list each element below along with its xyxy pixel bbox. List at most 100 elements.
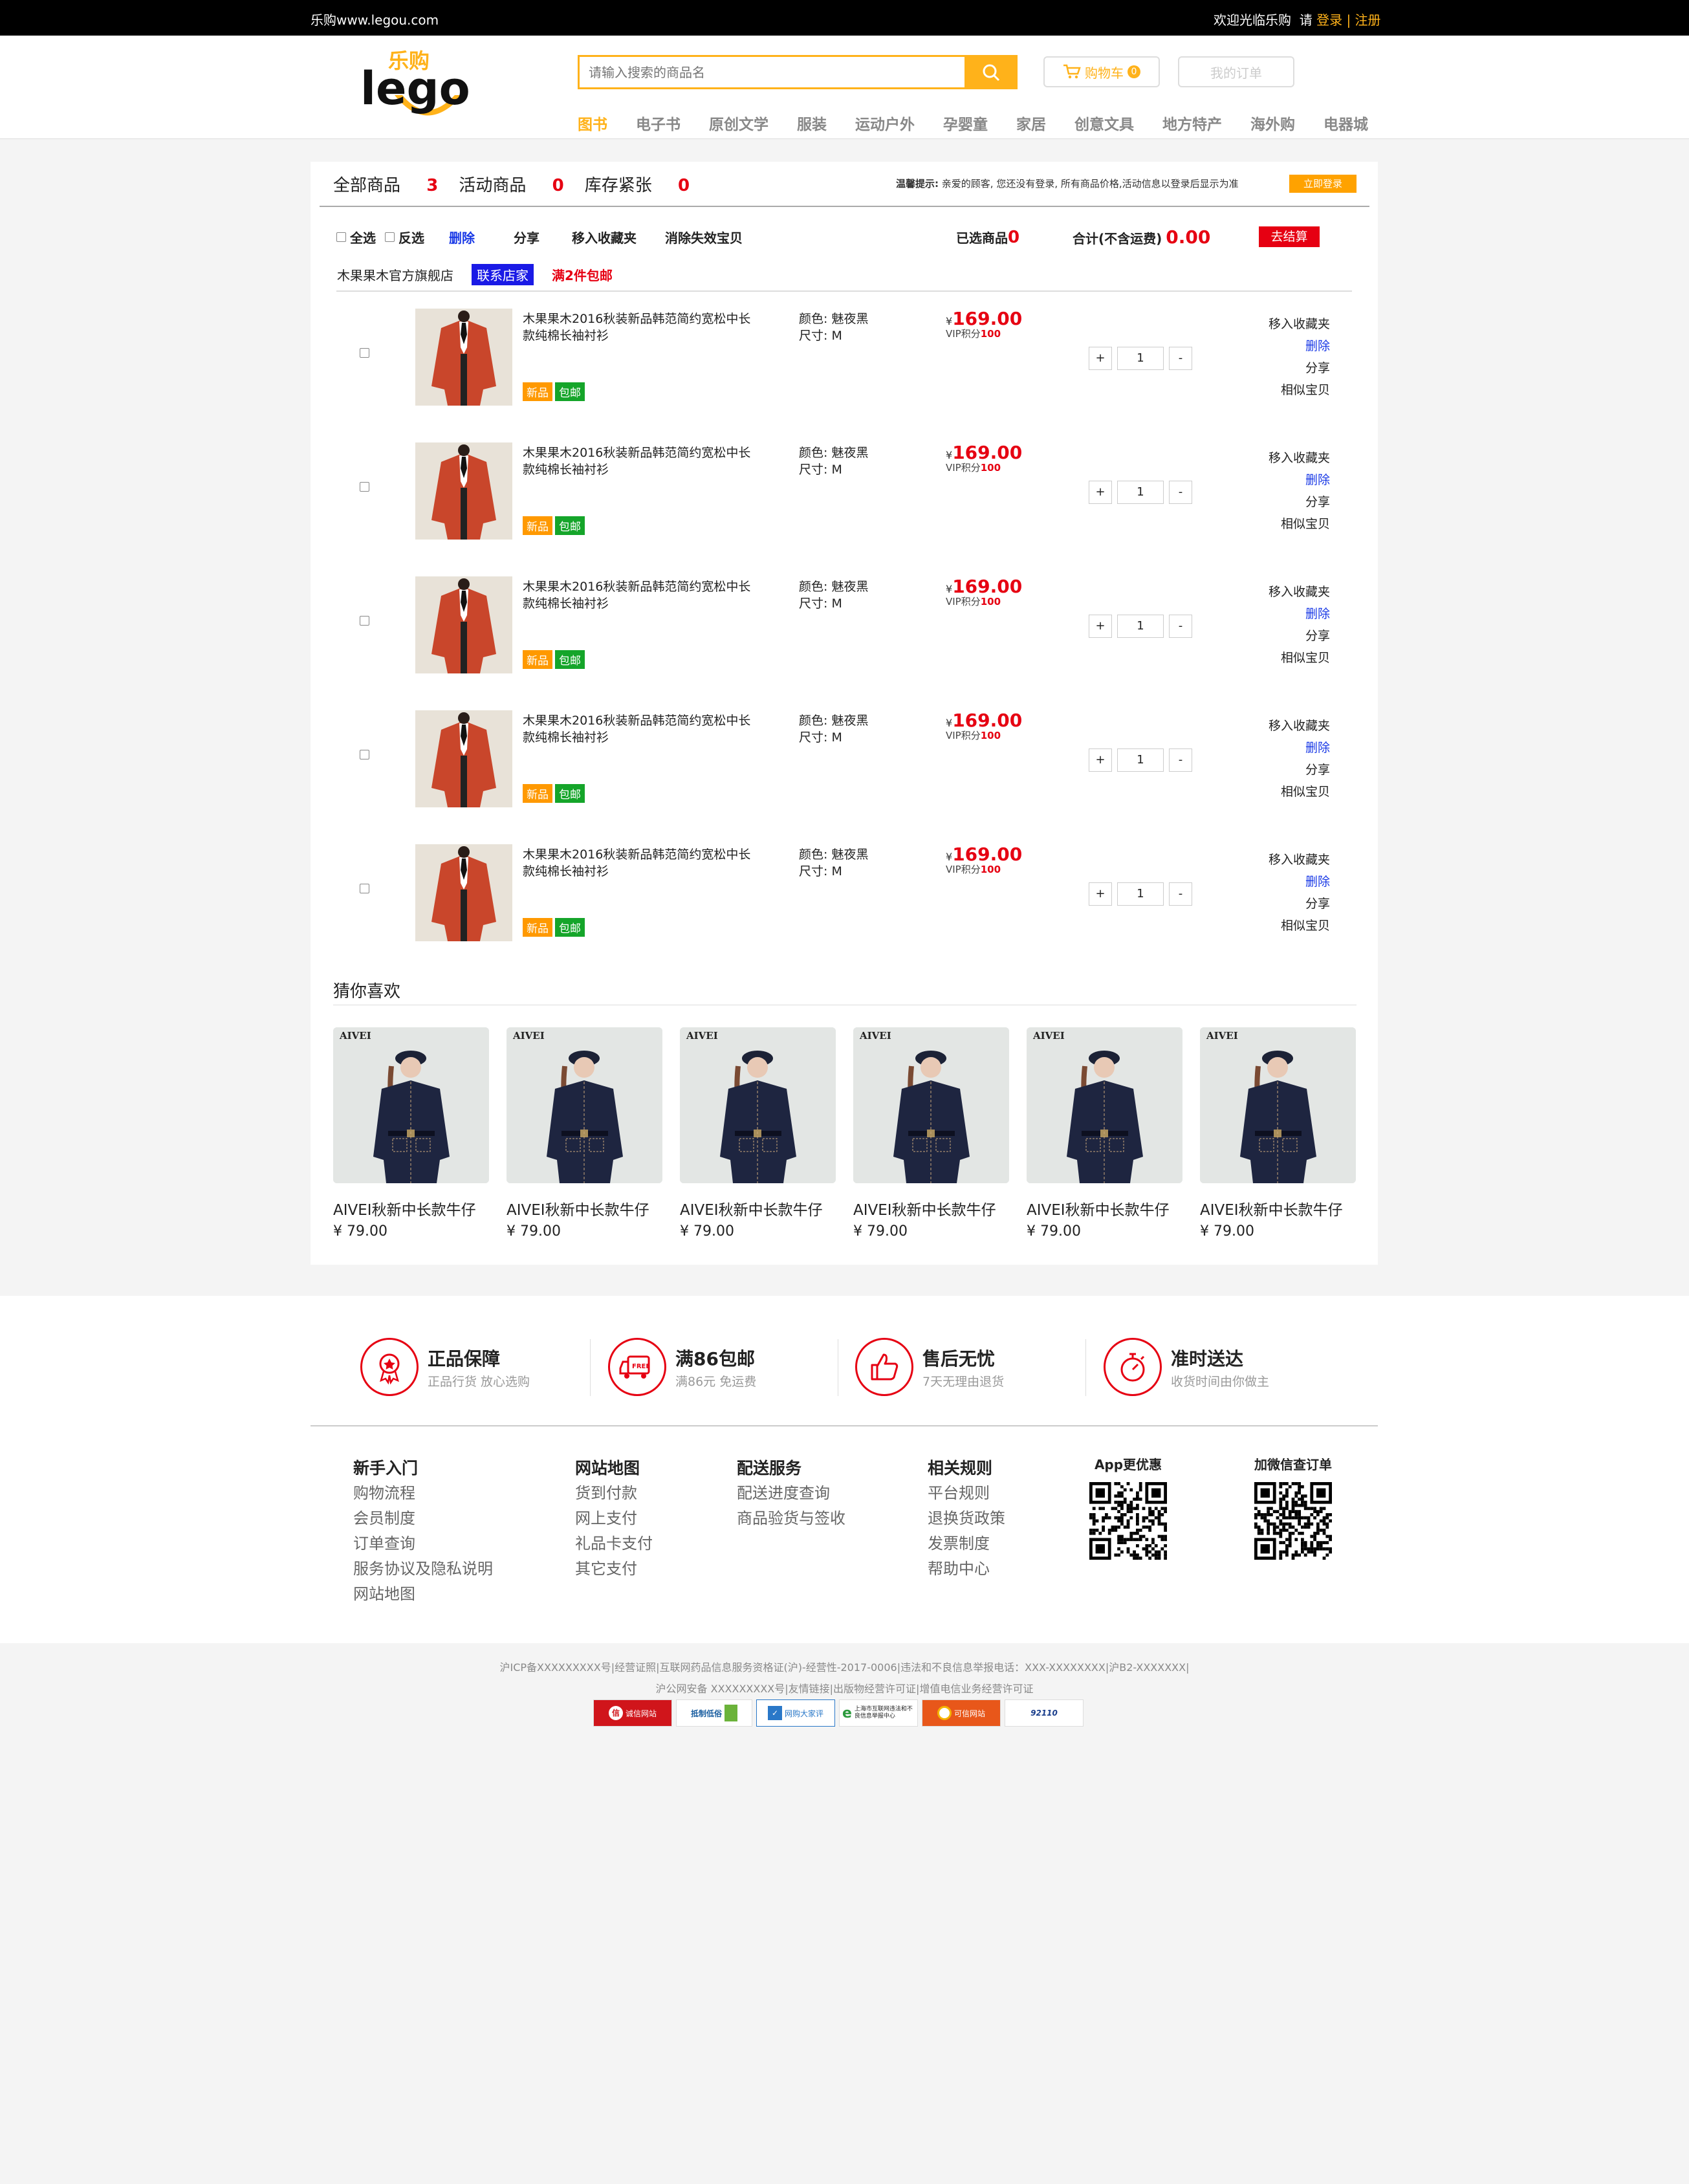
recommend-image[interactable]: AIVEI	[680, 1027, 836, 1183]
search-input[interactable]	[589, 57, 925, 87]
trust-badge[interactable]: ✓ 网购大家评	[756, 1699, 835, 1727]
similar-items-link[interactable]: 相似宝贝	[1269, 647, 1330, 669]
quantity-input[interactable]: 1	[1117, 882, 1164, 906]
recommend-name[interactable]: AIVEI秋新中长款牛仔	[333, 1197, 489, 1219]
trust-badge[interactable]: e 上海市互联网违法和不良信息举报中心	[839, 1699, 918, 1727]
footer-link[interactable]: 网上支付	[575, 1506, 653, 1531]
contact-seller-button[interactable]: 联系店家	[472, 264, 534, 285]
delete-item-link[interactable]: 删除	[1269, 335, 1330, 357]
similar-items-link[interactable]: 相似宝贝	[1269, 513, 1330, 535]
footer-link[interactable]: 帮助中心	[928, 1556, 1005, 1582]
footer-link[interactable]: 发票制度	[928, 1531, 1005, 1556]
cart-button[interactable]: 购物车 0	[1043, 56, 1160, 87]
recommend-card[interactable]: AIVEI AIVEI秋新中长款牛仔 ¥ 79.00	[507, 1027, 662, 1239]
tab-promo[interactable]: 活动商品 0	[459, 172, 563, 196]
footer-link[interactable]: 配送进度查询	[737, 1481, 845, 1506]
nav-item[interactable]: 电器城	[1324, 112, 1368, 134]
increase-button[interactable]: +	[1089, 615, 1112, 638]
share-item-link[interactable]: 分享	[1269, 491, 1330, 513]
trust-badge[interactable]: 92110	[1005, 1699, 1084, 1727]
product-image[interactable]	[415, 710, 512, 807]
recommend-name[interactable]: AIVEI秋新中长款牛仔	[853, 1197, 1009, 1219]
product-title[interactable]: 木果果木2016秋装新品韩范简约宽松中长款纯棉长袖衬衫	[523, 311, 756, 344]
footer-link[interactable]: 平台规则	[928, 1481, 1005, 1506]
similar-items-link[interactable]: 相似宝贝	[1269, 379, 1330, 401]
share-item-link[interactable]: 分享	[1269, 759, 1330, 781]
nav-item[interactable]: 孕婴童	[943, 112, 988, 134]
item-checkbox[interactable]	[360, 884, 369, 893]
product-image[interactable]	[415, 844, 512, 941]
footer-link[interactable]: 货到付款	[575, 1481, 653, 1506]
quantity-input[interactable]: 1	[1117, 748, 1164, 772]
product-image[interactable]	[415, 576, 512, 673]
similar-items-link[interactable]: 相似宝贝	[1269, 915, 1330, 937]
quantity-input[interactable]: 1	[1117, 347, 1164, 370]
search-button[interactable]	[964, 55, 1018, 89]
item-checkbox[interactable]	[360, 482, 369, 492]
nav-item[interactable]: 家居	[1016, 112, 1046, 134]
move-to-favorites-link[interactable]: 移入收藏夹	[1269, 849, 1330, 871]
item-checkbox[interactable]	[360, 348, 369, 358]
footer-link[interactable]: 购物流程	[353, 1481, 493, 1506]
product-title[interactable]: 木果果木2016秋装新品韩范简约宽松中长款纯棉长袖衬衫	[523, 578, 756, 612]
recommend-card[interactable]: AIVEI AIVEI秋新中长款牛仔 ¥ 79.00	[680, 1027, 836, 1239]
increase-button[interactable]: +	[1089, 481, 1112, 504]
share-button[interactable]: 分享	[514, 228, 539, 246]
recommend-card[interactable]: AIVEI AIVEI秋新中长款牛仔 ¥ 79.00	[1200, 1027, 1356, 1239]
footer-link[interactable]: 订单查询	[353, 1531, 493, 1556]
quantity-input[interactable]: 1	[1117, 615, 1164, 638]
product-image[interactable]	[415, 442, 512, 540]
move-to-favorites-link[interactable]: 移入收藏夹	[1269, 447, 1330, 469]
my-orders-button[interactable]: 我的订单	[1178, 56, 1294, 87]
nav-item[interactable]: 电子书	[636, 112, 681, 134]
shop-name[interactable]: 木果果木官方旗舰店	[337, 265, 453, 284]
trust-badge[interactable]: 抵制低俗	[676, 1699, 752, 1727]
move-to-favorites-link[interactable]: 移入收藏夹	[1269, 313, 1330, 335]
recommend-name[interactable]: AIVEI秋新中长款牛仔	[1200, 1197, 1356, 1219]
move-to-favorites-link[interactable]: 移入收藏夹	[1269, 581, 1330, 603]
share-item-link[interactable]: 分享	[1269, 625, 1330, 647]
nav-item[interactable]: 图书	[578, 112, 607, 134]
product-title[interactable]: 木果果木2016秋装新品韩范简约宽松中长款纯棉长袖衬衫	[523, 712, 756, 746]
product-title[interactable]: 木果果木2016秋装新品韩范简约宽松中长款纯棉长袖衬衫	[523, 846, 756, 880]
decrease-button[interactable]: -	[1169, 615, 1192, 638]
delete-item-link[interactable]: 删除	[1269, 603, 1330, 625]
footer-link[interactable]: 其它支付	[575, 1556, 653, 1582]
nav-item[interactable]: 服装	[797, 112, 827, 134]
login-now-button[interactable]: 立即登录	[1289, 175, 1357, 193]
tab-all[interactable]: 全部商品 3	[333, 172, 438, 196]
register-link[interactable]: 注册	[1355, 12, 1381, 28]
delete-selected-button[interactable]: 删除	[449, 228, 475, 246]
item-checkbox[interactable]	[360, 750, 369, 759]
nav-item[interactable]: 运动户外	[855, 112, 915, 134]
recommend-image[interactable]: AIVEI	[1200, 1027, 1356, 1183]
decrease-button[interactable]: -	[1169, 481, 1192, 504]
footer-link[interactable]: 礼品卡支付	[575, 1531, 653, 1556]
recommend-image[interactable]: AIVEI	[333, 1027, 489, 1183]
move-to-favorites-button[interactable]: 移入收藏夹	[572, 228, 637, 246]
login-link[interactable]: 登录	[1316, 12, 1342, 28]
tab-low-stock[interactable]: 库存紧张 0	[585, 172, 690, 196]
recommend-name[interactable]: AIVEI秋新中长款牛仔	[507, 1197, 662, 1219]
nav-item[interactable]: 原创文学	[709, 112, 768, 134]
footer-link[interactable]: 会员制度	[353, 1506, 493, 1531]
increase-button[interactable]: +	[1089, 882, 1112, 906]
nav-item[interactable]: 创意文具	[1074, 112, 1134, 134]
recommend-name[interactable]: AIVEI秋新中长款牛仔	[1027, 1197, 1182, 1219]
recommend-image[interactable]: AIVEI	[507, 1027, 662, 1183]
checkout-button[interactable]: 去结算	[1259, 226, 1320, 247]
increase-button[interactable]: +	[1089, 748, 1112, 772]
recommend-name[interactable]: AIVEI秋新中长款牛仔	[680, 1197, 836, 1219]
footer-link[interactable]: 网站地图	[353, 1582, 493, 1607]
delete-item-link[interactable]: 删除	[1269, 871, 1330, 893]
nav-item[interactable]: 地方特产	[1162, 112, 1222, 134]
recommend-card[interactable]: AIVEI AIVEI秋新中长款牛仔 ¥ 79.00	[1027, 1027, 1182, 1239]
product-image[interactable]	[415, 309, 512, 406]
share-item-link[interactable]: 分享	[1269, 893, 1330, 915]
trust-badge[interactable]: 信诚信网站	[593, 1699, 672, 1727]
invert-checkbox[interactable]	[385, 232, 395, 242]
recommend-card[interactable]: AIVEI AIVEI秋新中长款牛仔 ¥ 79.00	[333, 1027, 489, 1239]
similar-items-link[interactable]: 相似宝贝	[1269, 781, 1330, 803]
trust-badge[interactable]: 可信网站	[922, 1699, 1001, 1727]
clear-invalid-button[interactable]: 消除失效宝贝	[665, 228, 743, 246]
